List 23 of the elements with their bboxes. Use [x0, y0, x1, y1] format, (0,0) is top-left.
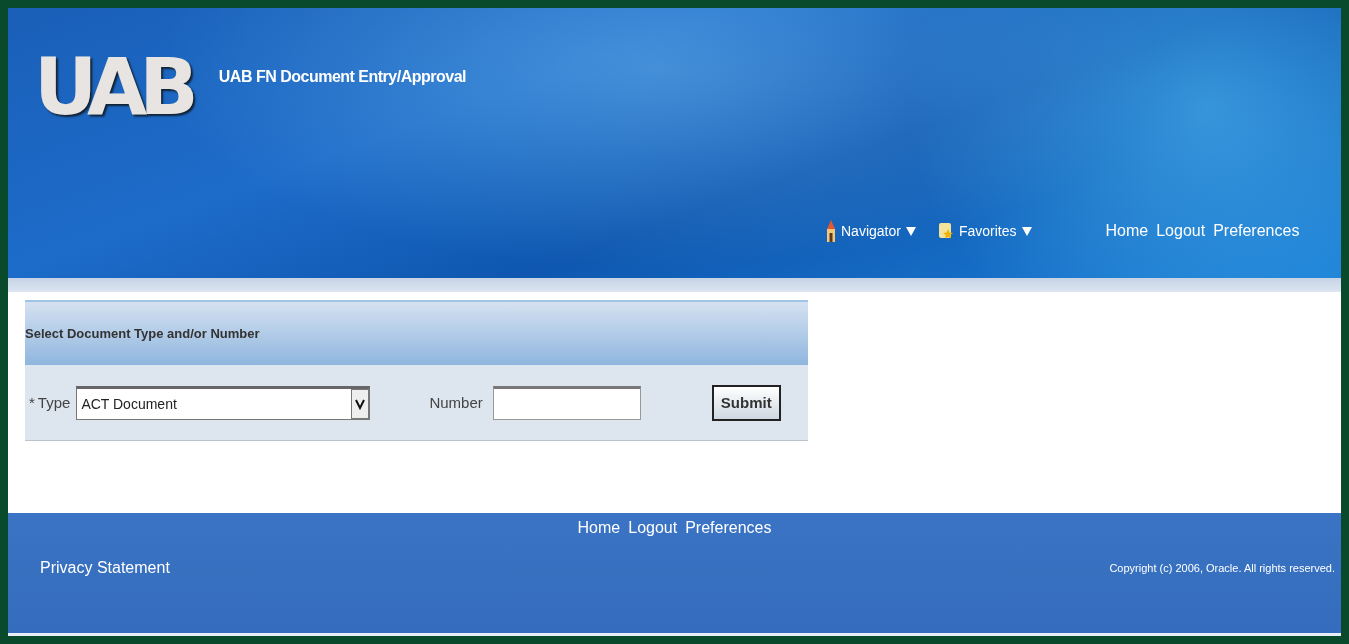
dropdown-caret-icon — [905, 226, 916, 236]
field-label: Type — [37, 394, 71, 411]
panel-heading: Select Document Type and/or Number — [25, 326, 260, 341]
chevron-down-icon — [355, 397, 366, 410]
menu-dropdown[interactable]: Favorites — [937, 221, 1032, 241]
header-link[interactable]: Home — [1105, 222, 1149, 240]
app-title: UAB FN Document Entry/Approval — [218, 68, 466, 86]
field-label: Number — [429, 394, 483, 411]
footer-link[interactable]: Preferences — [685, 519, 772, 537]
house-icon — [826, 219, 836, 243]
submit-button[interactable]: Submit — [711, 384, 781, 421]
header-link[interactable]: Logout — [1156, 222, 1206, 240]
footer-link[interactable]: Logout — [628, 519, 678, 537]
number-field[interactable] — [492, 385, 641, 420]
required-mark: * — [29, 394, 35, 411]
dropdown-caret-icon — [1021, 226, 1032, 236]
privacy-link[interactable]: Privacy Statement — [40, 559, 170, 577]
footer-link[interactable]: Home — [577, 519, 621, 537]
logo-text: UAB — [34, 48, 191, 126]
type-dropdown[interactable]: ACT Document — [76, 385, 371, 420]
header-link[interactable]: Preferences — [1213, 222, 1300, 240]
menu-dropdown[interactable]: Navigator — [826, 219, 916, 243]
copyright-text: Copyright (c) 2006, Oracle. All rights reserved. — [1109, 562, 1335, 574]
